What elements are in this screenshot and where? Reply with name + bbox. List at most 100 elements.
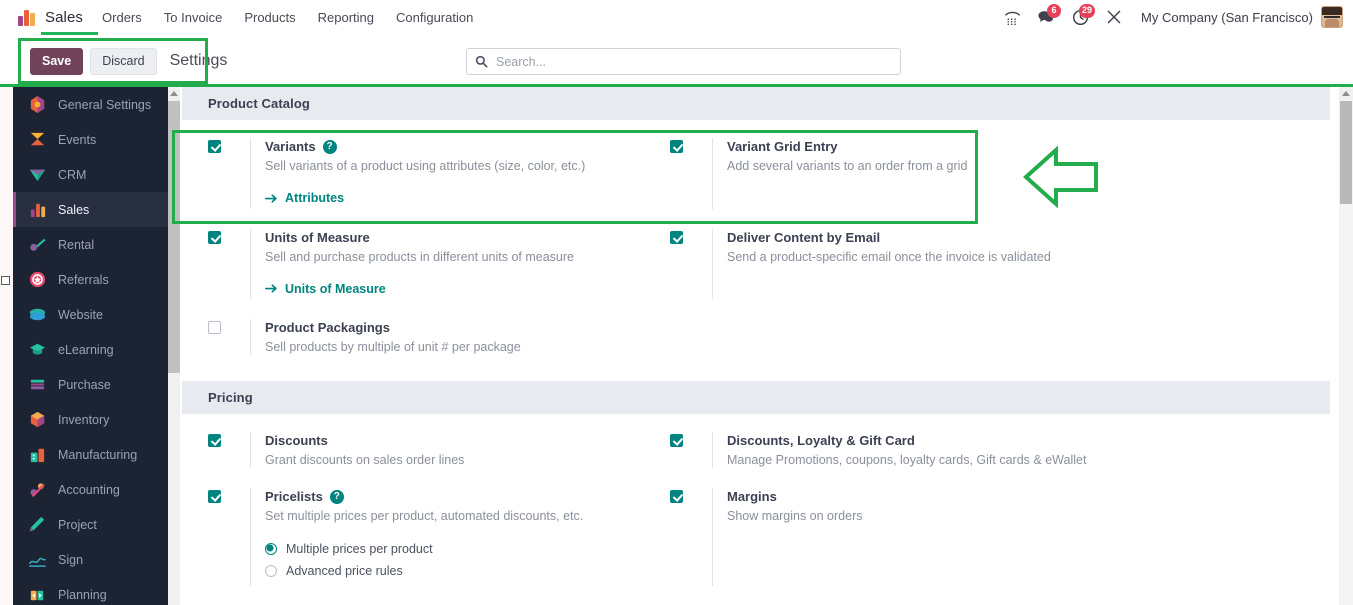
checkbox-variant-grid-entry[interactable] — [670, 140, 683, 153]
search-icon — [475, 55, 488, 68]
setting-title-label: Pricelists — [265, 489, 323, 504]
sidebar-item-general-settings[interactable]: General Settings — [13, 87, 168, 122]
user-avatar[interactable] — [1321, 6, 1343, 28]
checkbox-variants[interactable] — [208, 140, 221, 153]
checkbox-units-of-measure[interactable] — [208, 230, 221, 244]
main-scroll-up-icon[interactable] — [1339, 87, 1353, 100]
search-input[interactable]: Search... — [466, 48, 901, 75]
setting-title: Variants? — [265, 138, 652, 155]
green-divider-line — [0, 84, 1353, 87]
top-navbar: Sales Orders To Invoice Products Reporti… — [0, 0, 1353, 35]
app-brand[interactable]: Sales — [18, 9, 98, 35]
settings-sidebar[interactable]: General Settings Events CRM Sales Rental Refe… — [13, 87, 168, 605]
help-question-icon[interactable]: ? — [322, 139, 337, 154]
main-scrollbar[interactable] — [1339, 87, 1353, 605]
sidebar-item-referrals[interactable]: Referrals — [13, 262, 168, 297]
website-icon — [28, 305, 47, 324]
setting-title: Discounts — [265, 432, 652, 449]
sidebar-item-rental[interactable]: Rental — [13, 227, 168, 262]
menu-item-orders[interactable]: Orders — [91, 10, 153, 25]
sidebar-item-label: Referrals — [58, 272, 109, 287]
radio-option-multiple-prices-per-product[interactable]: Multiple prices per product — [265, 542, 652, 556]
checkbox-wrapper — [670, 432, 712, 468]
checkbox-discounts[interactable] — [208, 434, 221, 447]
setting-title: Units of Measure — [265, 229, 652, 246]
setting-description: Add several variants to an order from a … — [727, 159, 968, 173]
setting-description: Send a product-specific email once the i… — [727, 249, 1051, 264]
checkbox-margins[interactable] — [670, 490, 683, 503]
activities-clock-icon[interactable]: 29 — [1063, 2, 1097, 32]
checkbox-wrapper — [208, 488, 250, 586]
setting-variants: Variants? Sell variants of a product usin… — [208, 138, 670, 229]
checkbox-discounts-loyalty-gift-card[interactable] — [670, 434, 683, 447]
setting-title-label: Variant Grid Entry — [727, 139, 838, 154]
sidebar-item-inventory[interactable]: Inventory — [13, 402, 168, 437]
sidebar-item-manufacturing[interactable]: Manufacturing — [13, 437, 168, 472]
internal-link-attributes[interactable]: Attributes — [265, 191, 344, 205]
setting-title-label: Product Packagings — [265, 320, 390, 335]
checkbox-wrapper — [208, 138, 250, 209]
menu-item-to-invoice[interactable]: To Invoice — [153, 10, 234, 25]
sales-icon — [28, 200, 47, 219]
radio-dot[interactable] — [265, 543, 277, 555]
setting-deliver-content-by-email: Deliver Content by Email Send a product-s… — [670, 228, 1330, 320]
phone-dialpad-icon[interactable] — [995, 2, 1029, 32]
sidebar-item-website[interactable]: Website — [13, 297, 168, 332]
setting-title-label: Units of Measure — [265, 229, 370, 245]
setting-title: Discounts, Loyalty & Gift Card — [727, 432, 1312, 449]
sidebar-item-purchase[interactable]: Purchase — [13, 367, 168, 402]
company-name[interactable]: My Company (San Francisco) — [1141, 10, 1313, 25]
setting-title: Deliver Content by Email — [727, 229, 1312, 246]
setting-title-label: Margins — [727, 489, 777, 504]
help-question-icon[interactable]: ? — [329, 489, 344, 504]
sidebar-item-planning[interactable]: Planning — [13, 577, 168, 605]
radio-group-pricelists: Multiple prices per product Advanced pric… — [265, 542, 652, 578]
sidebar-item-events[interactable]: Events — [13, 122, 168, 157]
menu-item-products[interactable]: Products — [233, 10, 306, 25]
menu-item-reporting[interactable]: Reporting — [307, 10, 385, 25]
activities-badge: 29 — [1079, 4, 1096, 18]
setting-pricelists: Pricelists? Set multiple prices per produ… — [208, 488, 670, 605]
checkbox-pricelists[interactable] — [208, 490, 221, 503]
save-button[interactable]: Save — [30, 47, 84, 75]
internal-link-units-of-measure[interactable]: Units of Measure — [265, 282, 386, 296]
planning-icon — [28, 585, 47, 604]
sidebar-scroll-up-icon[interactable] — [168, 87, 180, 99]
purchase-icon — [28, 375, 47, 394]
sidebar-item-crm[interactable]: CRM — [13, 157, 168, 192]
sidebar-item-sign[interactable]: Sign — [13, 542, 168, 577]
odoo-sales-settings-page: Sales Orders To Invoice Products Reporti… — [0, 0, 1353, 605]
messages-icon[interactable]: 6 — [1029, 2, 1063, 32]
events-icon — [28, 130, 47, 149]
panel-resize-handle[interactable] — [1, 276, 10, 285]
radio-option-advanced-price-rules[interactable]: Advanced price rules — [265, 564, 652, 578]
tools-wrench-icon[interactable] — [1097, 2, 1131, 32]
setting-description: Sell variants of a product using attribu… — [265, 159, 586, 173]
setting-body: Product Packagings Sell products by multi… — [250, 319, 652, 355]
navbar-right-tools: 6 29 My Company (San Francisco) — [995, 2, 1343, 32]
discard-button[interactable]: Discard — [90, 47, 157, 75]
checkbox-product-packagings[interactable] — [208, 321, 221, 334]
radio-dot[interactable] — [265, 565, 277, 577]
sidebar-item-accounting[interactable]: Accounting — [13, 472, 168, 507]
setting-description: Grant discounts on sales order lines — [265, 453, 465, 467]
arrow-right-icon — [265, 193, 277, 203]
checkbox-wrapper — [670, 138, 712, 209]
main-scroll-thumb[interactable] — [1340, 101, 1352, 204]
checkbox-deliver-content-by-email[interactable] — [670, 230, 683, 244]
sidebar-scroll-thumb[interactable] — [168, 101, 180, 373]
arrow-right-icon — [265, 284, 277, 293]
sidebar-item-sales[interactable]: Sales — [13, 192, 168, 227]
setting-units-of-measure: Units of Measure Sell and purchase produc… — [208, 228, 670, 320]
menu-item-configuration[interactable]: Configuration — [385, 10, 484, 25]
sidebar-scrollbar[interactable] — [168, 87, 180, 605]
checkbox-wrapper — [208, 319, 250, 355]
sidebar-item-project[interactable]: Project — [13, 507, 168, 542]
project-icon — [28, 515, 47, 534]
breadcrumb-title: Settings — [169, 52, 228, 69]
sidebar-item-label: Sign — [58, 552, 84, 567]
messages-badge: 6 — [1047, 4, 1062, 18]
sidebar-item-elearning[interactable]: eLearning — [13, 332, 168, 367]
checkbox-wrapper — [670, 229, 712, 300]
setting-description: Sell products by multiple of unit # per … — [265, 340, 521, 354]
